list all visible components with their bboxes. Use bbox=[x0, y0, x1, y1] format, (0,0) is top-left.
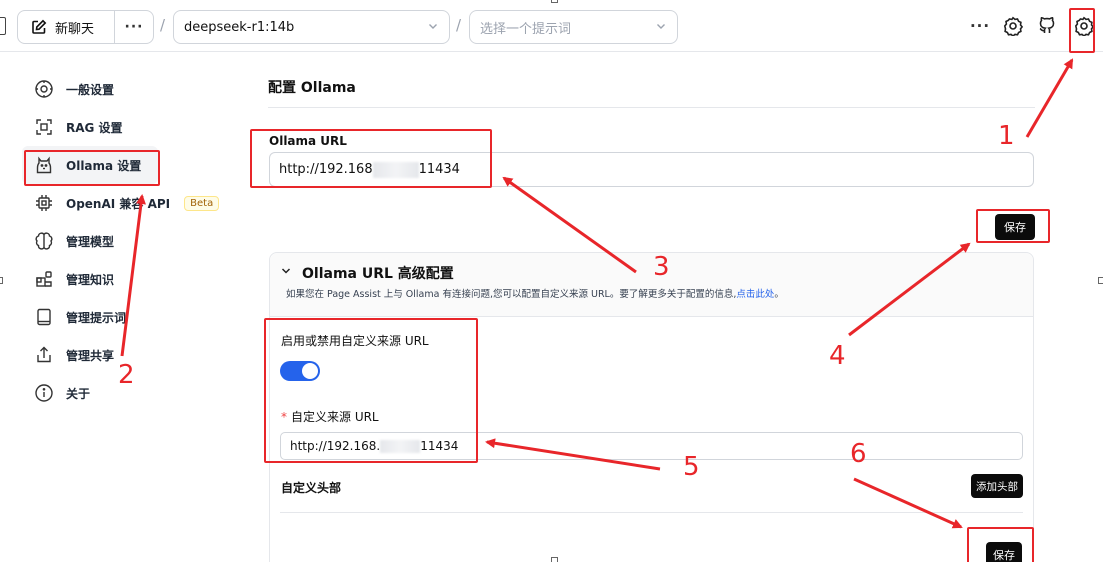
model-select[interactable]: deepseek-r1:14b bbox=[173, 10, 450, 44]
share-icon bbox=[37, 346, 51, 363]
sidebar-item-prompts[interactable]: 管理提示词 bbox=[22, 298, 222, 336]
annotation-box-custom-origin bbox=[264, 318, 478, 463]
top-more-button[interactable]: ··· bbox=[968, 14, 992, 38]
sidebar-item-openai[interactable]: OpenAI 兼容 API Beta bbox=[22, 184, 222, 222]
description-text: 如果您在 Page Assist 上与 Ollama 有连接问题,您可以配置自定… bbox=[286, 289, 737, 300]
resize-handle bbox=[551, 0, 558, 3]
add-header-button[interactable]: 添加头部 bbox=[971, 474, 1023, 498]
github-button[interactable] bbox=[1035, 14, 1059, 38]
brain-icon bbox=[35, 232, 53, 250]
more-label: ··· bbox=[124, 19, 144, 35]
new-chat-group: 新聊天 ··· bbox=[17, 10, 154, 44]
sidebar-item-label: 管理模型 bbox=[66, 234, 115, 249]
beta-badge: Beta bbox=[184, 195, 220, 211]
rag-icon bbox=[36, 119, 52, 135]
annotation-number-5: 5 bbox=[683, 452, 700, 482]
annotation-box-save bbox=[976, 209, 1050, 243]
page-title: 配置 Ollama bbox=[268, 80, 356, 96]
sidebar-item-knowledge[interactable]: 管理知识 bbox=[22, 260, 222, 298]
chevron-down-icon bbox=[657, 24, 665, 29]
sidebar-item-models[interactable]: 管理模型 bbox=[22, 222, 222, 260]
divider bbox=[280, 512, 1023, 513]
new-chat-label: 新聊天 bbox=[55, 21, 95, 37]
learn-more-link[interactable]: 点击此处 bbox=[736, 289, 774, 300]
sidebar-item-label: 管理知识 bbox=[66, 272, 115, 287]
edit-icon bbox=[32, 19, 47, 34]
annotation-number-1: 1 bbox=[998, 121, 1015, 151]
arrow-1 bbox=[1025, 58, 1074, 138]
info-icon bbox=[35, 384, 53, 402]
sidebar-item-general[interactable]: 一般设置 bbox=[22, 70, 222, 108]
top-bar: 新聊天 ··· / deepseek-r1:14b / 选择一个提示词 ··· bbox=[0, 0, 1103, 52]
resize-handle bbox=[0, 277, 3, 284]
chip-icon bbox=[36, 195, 52, 211]
book-icon bbox=[37, 308, 51, 326]
more-options-button[interactable]: ··· bbox=[115, 11, 153, 43]
chevron-down-icon bbox=[429, 24, 437, 29]
sidebar-item-rag[interactable]: RAG 设置 bbox=[22, 108, 222, 146]
separator: / bbox=[160, 16, 166, 34]
sidebar-item-label: RAG 设置 bbox=[66, 120, 123, 135]
sidebar-item-label: OpenAI 兼容 API bbox=[66, 196, 171, 211]
annotation-number-6: 6 bbox=[850, 439, 867, 469]
gear-icon bbox=[1003, 16, 1023, 36]
divider bbox=[268, 107, 1035, 108]
chevron-down-icon[interactable] bbox=[280, 265, 292, 277]
prompt-select[interactable]: 选择一个提示词 bbox=[469, 10, 678, 44]
annotation-box-save-2 bbox=[967, 527, 1034, 562]
description-end: 。 bbox=[774, 289, 784, 300]
annotation-box-settings bbox=[1069, 8, 1095, 53]
annotation-number-3: 3 bbox=[653, 252, 670, 282]
resize-handle bbox=[1098, 277, 1103, 284]
model-select-value: deepseek-r1:14b bbox=[184, 19, 295, 35]
new-chat-button[interactable]: 新聊天 bbox=[18, 11, 115, 43]
github-icon bbox=[1039, 16, 1055, 33]
top-more-label: ··· bbox=[969, 17, 991, 35]
general-settings-icon bbox=[35, 80, 53, 98]
sidebar-item-label: 管理提示词 bbox=[66, 310, 127, 325]
annotation-box-ollama-item bbox=[24, 150, 160, 186]
annotation-box-url bbox=[250, 129, 492, 188]
settings-button[interactable] bbox=[1001, 14, 1025, 38]
sidebar-toggle-icon[interactable] bbox=[0, 17, 6, 35]
sidebar-item-label: 管理共享 bbox=[66, 348, 115, 363]
prompt-select-placeholder: 选择一个提示词 bbox=[480, 21, 572, 37]
sidebar-item-label: 关于 bbox=[66, 386, 91, 401]
custom-headers-label: 自定义头部 bbox=[281, 481, 342, 495]
resize-handle bbox=[551, 557, 558, 562]
annotation-number-2: 2 bbox=[118, 360, 135, 390]
sidebar-item-label: 一般设置 bbox=[66, 82, 115, 97]
advanced-config-title: Ollama URL 高级配置 bbox=[302, 266, 454, 282]
separator: / bbox=[456, 16, 462, 34]
annotation-number-4: 4 bbox=[829, 341, 846, 371]
blocks-icon bbox=[36, 271, 52, 287]
advanced-config-header[interactable]: Ollama URL 高级配置 如果您在 Page Assist 上与 Olla… bbox=[270, 253, 1033, 317]
advanced-config-description: 如果您在 Page Assist 上与 Ollama 有连接问题,您可以配置自定… bbox=[286, 286, 784, 300]
